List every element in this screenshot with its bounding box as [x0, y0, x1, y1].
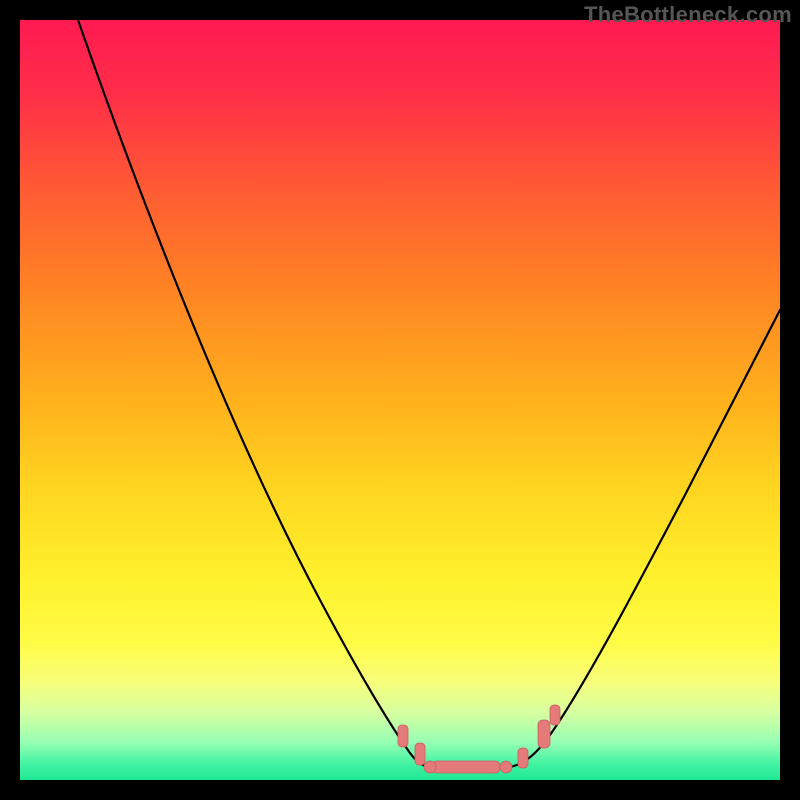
marker-cluster-floor: [424, 761, 512, 773]
bottleneck-curve-chart: [20, 20, 780, 780]
chart-frame: TheBottleneck.com: [0, 0, 800, 800]
plot-background: [20, 20, 780, 780]
watermark: TheBottleneck.com: [584, 2, 792, 28]
